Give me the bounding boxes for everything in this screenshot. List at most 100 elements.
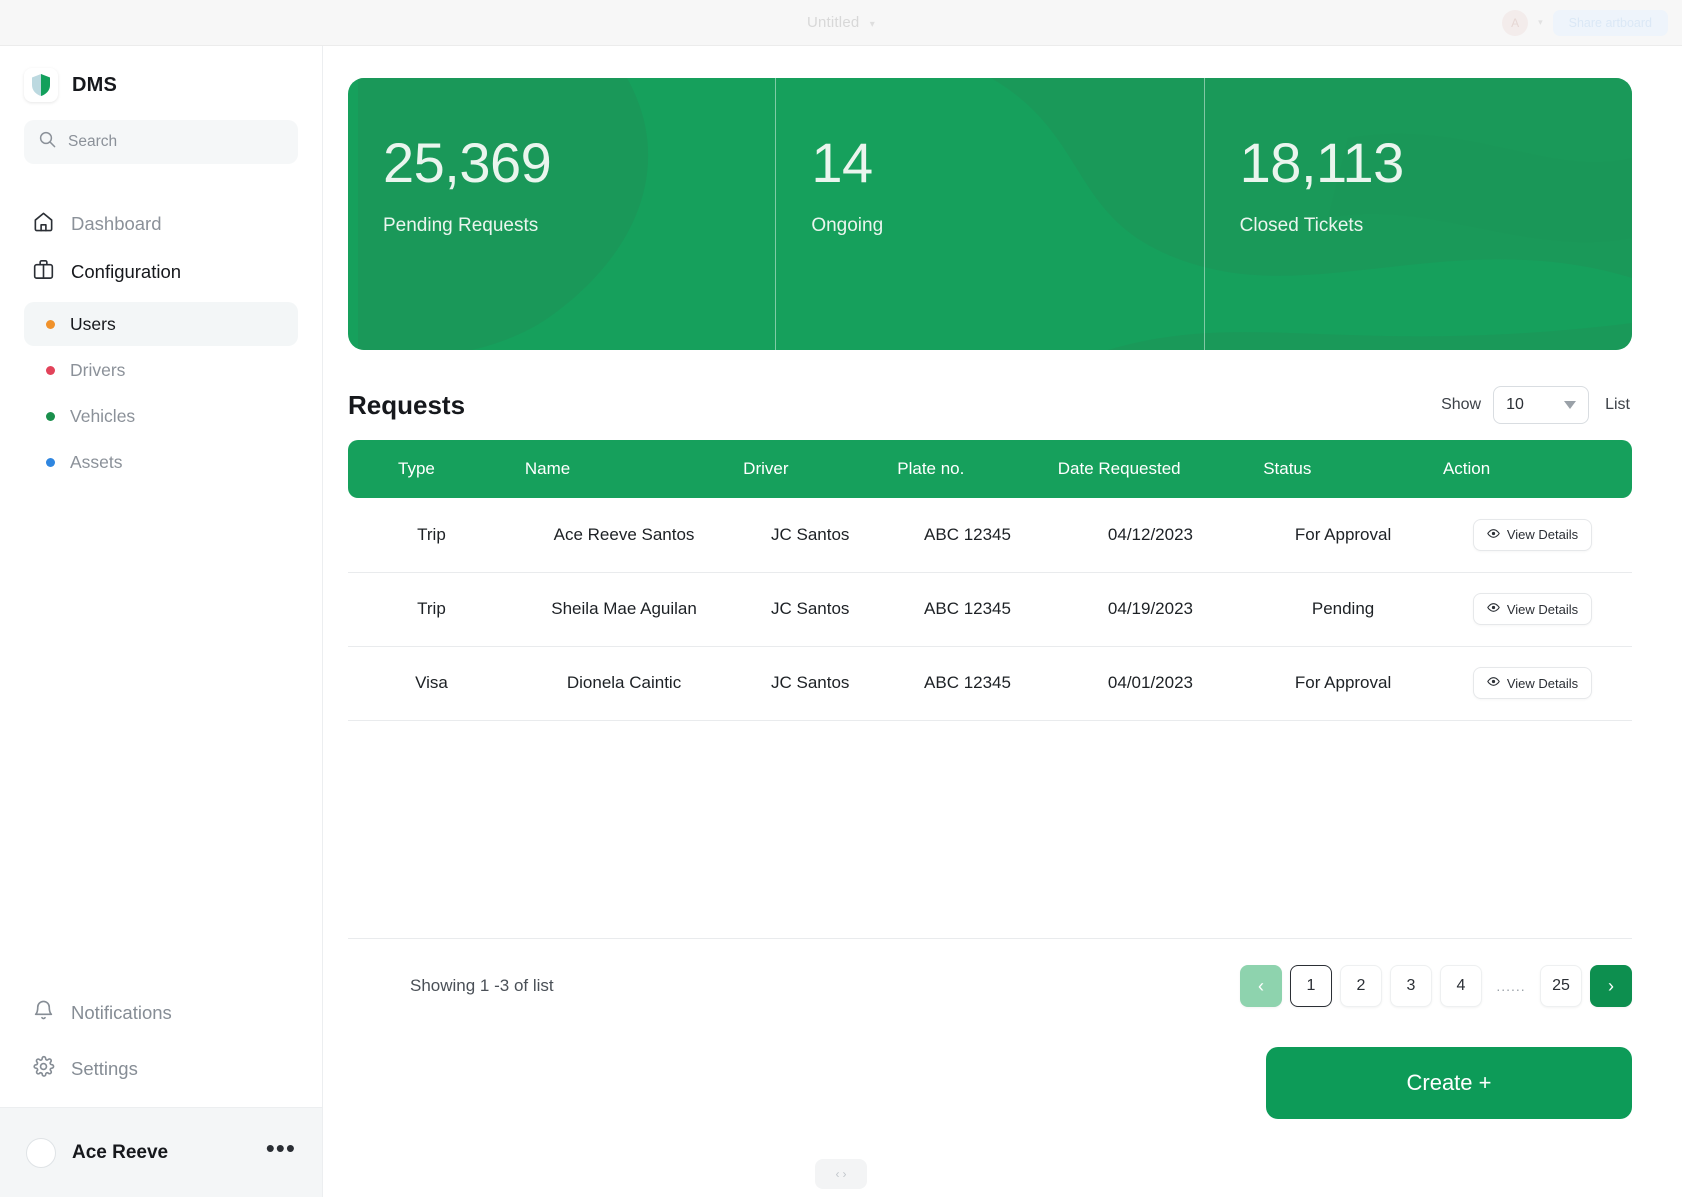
brand: DMS [0,46,322,116]
cell-status: Pending [1253,572,1433,647]
chevron-left-icon: ‹ [835,1167,840,1181]
column-header-status[interactable]: Status [1253,440,1433,498]
stat-value: 14 [811,131,873,194]
eye-icon [1487,675,1500,691]
stat-card-closed-tickets: 18,113 Closed Tickets [1203,78,1632,350]
stats-banner: 25,369 Pending Requests 14 Ongoing 18,11… [348,78,1632,350]
stat-card-ongoing: 14 Ongoing [775,78,1203,350]
status-dot-icon [46,457,55,467]
sidebar-item-label: Settings [71,1058,138,1079]
cell-type: Visa [348,646,515,721]
avatar [26,1137,56,1168]
search-container: Search [0,116,322,164]
sidebar-item-drivers[interactable]: Drivers [24,348,298,392]
briefcase-icon [32,258,55,286]
pagination-next-button[interactable]: › [1590,965,1632,1007]
status-dot-icon [46,319,55,329]
pagination-page-4[interactable]: 4 [1440,965,1482,1007]
sidebar-item-notifications[interactable]: Notifications [24,985,298,1041]
view-details-label: View Details [1506,601,1579,617]
cell-name: Sheila Mae Aguilan [514,572,734,647]
cell-driver: JC Santos [733,572,888,647]
view-details-button[interactable]: View Details [1472,593,1593,625]
sidebar-item-assets[interactable]: Assets [24,440,298,484]
status-dot-icon [46,365,55,375]
search-icon [39,131,56,153]
column-header-type[interactable]: Type [348,440,515,498]
chevron-down-icon[interactable]: ▾ [1538,17,1543,28]
sidebar-item-label: Dashboard [71,213,162,234]
cell-action: View Details [1432,572,1632,647]
table-head: Type Name Driver Plate no. Date Requeste… [348,440,1632,498]
sidebar-item-dashboard[interactable]: Dashboard [24,200,298,248]
column-header-date-requested[interactable]: Date Requested [1047,440,1254,498]
table-row[interactable]: Trip Ace Reeve Santos JC Santos ABC 1234… [348,498,1632,573]
pagination-prev-button[interactable]: ‹ [1240,965,1282,1007]
sidebar-item-label: Drivers [70,359,126,380]
sidebar-item-users[interactable]: Users [24,302,298,346]
stat-value: 18,113 [1239,131,1405,194]
avatar[interactable]: A [1502,9,1529,36]
pagination-page-1[interactable]: 1 [1290,965,1332,1007]
sidebar-item-vehicles[interactable]: Vehicles [24,394,298,438]
cell-action: View Details [1432,646,1632,721]
table-header-row: Type Name Driver Plate no. Date Requeste… [348,440,1632,498]
pagination-page-25[interactable]: 25 [1540,965,1582,1007]
chevron-left-icon: ‹ [1258,976,1264,996]
table-row[interactable]: Trip Sheila Mae Aguilan JC Santos ABC 12… [348,572,1632,647]
column-header-action[interactable]: Action [1432,440,1632,498]
chevron-down-icon[interactable]: ▾ [870,19,875,30]
create-button[interactable]: Create + [1266,1047,1632,1119]
app-window: Untitled ▾ A ▾ Share artboard DMS Search… [0,0,1682,1197]
gear-icon [32,1055,55,1083]
eye-icon [1487,601,1500,617]
sidebar: DMS Search Dashboard Configuration Users… [0,46,323,1197]
page-size-select[interactable]: 10 [1493,386,1590,424]
cell-date: 04/12/2023 [1047,498,1254,573]
table-body: Trip Ace Reeve Santos JC Santos ABC 1234… [348,498,1632,721]
window-title-area: Untitled ▾ [0,14,1682,31]
view-details-button[interactable]: View Details [1472,667,1593,699]
chevron-right-icon: › [1608,976,1614,996]
column-header-name[interactable]: Name [514,440,734,498]
sidebar-item-label: Vehicles [70,405,136,426]
table-row[interactable]: Visa Dionela Caintic JC Santos ABC 12345… [348,646,1632,721]
column-header-driver[interactable]: Driver [733,440,888,498]
view-details-label: View Details [1506,675,1579,691]
pagination-ellipsis: ...... [1490,965,1532,1007]
cell-plate: ABC 12345 [887,646,1048,721]
cell-name: Dionela Caintic [514,646,734,721]
sidebar-item-label: Configuration [71,261,182,282]
share-artboard-button[interactable]: Share artboard [1552,9,1668,36]
ellipsis-icon[interactable]: ••• [266,1135,296,1161]
sidebar-bottom-nav: Notifications Settings [0,985,322,1107]
sidebar-item-label: Assets [70,451,123,472]
stat-label: Ongoing [811,214,884,236]
sidebar-item-configuration[interactable]: Configuration [24,248,298,296]
chevron-down-icon [1564,401,1577,409]
user-profile-bar[interactable]: Ace Reeve ••• [0,1107,322,1197]
view-details-button[interactable]: View Details [1472,518,1593,551]
pagination-page-2[interactable]: 2 [1340,965,1382,1007]
search-input[interactable]: Search [24,120,298,164]
cell-plate: ABC 12345 [887,572,1048,647]
view-details-label: View Details [1506,527,1579,543]
pagination-page-3[interactable]: 3 [1390,965,1432,1007]
sidebar-item-label: Users [70,313,116,334]
cell-status: For Approval [1253,498,1433,573]
chevron-right-icon: › [842,1167,847,1181]
table-footer: Showing 1 -3 of list ‹ 1 2 3 4 ...... 25… [348,938,1632,1007]
canvas-nav-handle[interactable]: ‹ › [815,1159,867,1189]
cell-date: 04/19/2023 [1047,572,1254,647]
user-name: Ace Reeve [72,1141,169,1163]
table-toolbar: Requests Show 10 List [348,386,1632,424]
stat-value: 25,369 [383,131,552,194]
bell-icon [32,999,55,1027]
cell-date: 04/01/2023 [1047,646,1254,721]
column-header-plate-no[interactable]: Plate no. [887,440,1048,498]
sidebar-item-settings[interactable]: Settings [24,1041,298,1097]
list-label: List [1605,396,1630,413]
cell-type: Trip [348,572,515,647]
requests-table: Type Name Driver Plate no. Date Requeste… [348,440,1632,721]
pagination: ‹ 1 2 3 4 ...... 25 › [1240,965,1632,1007]
